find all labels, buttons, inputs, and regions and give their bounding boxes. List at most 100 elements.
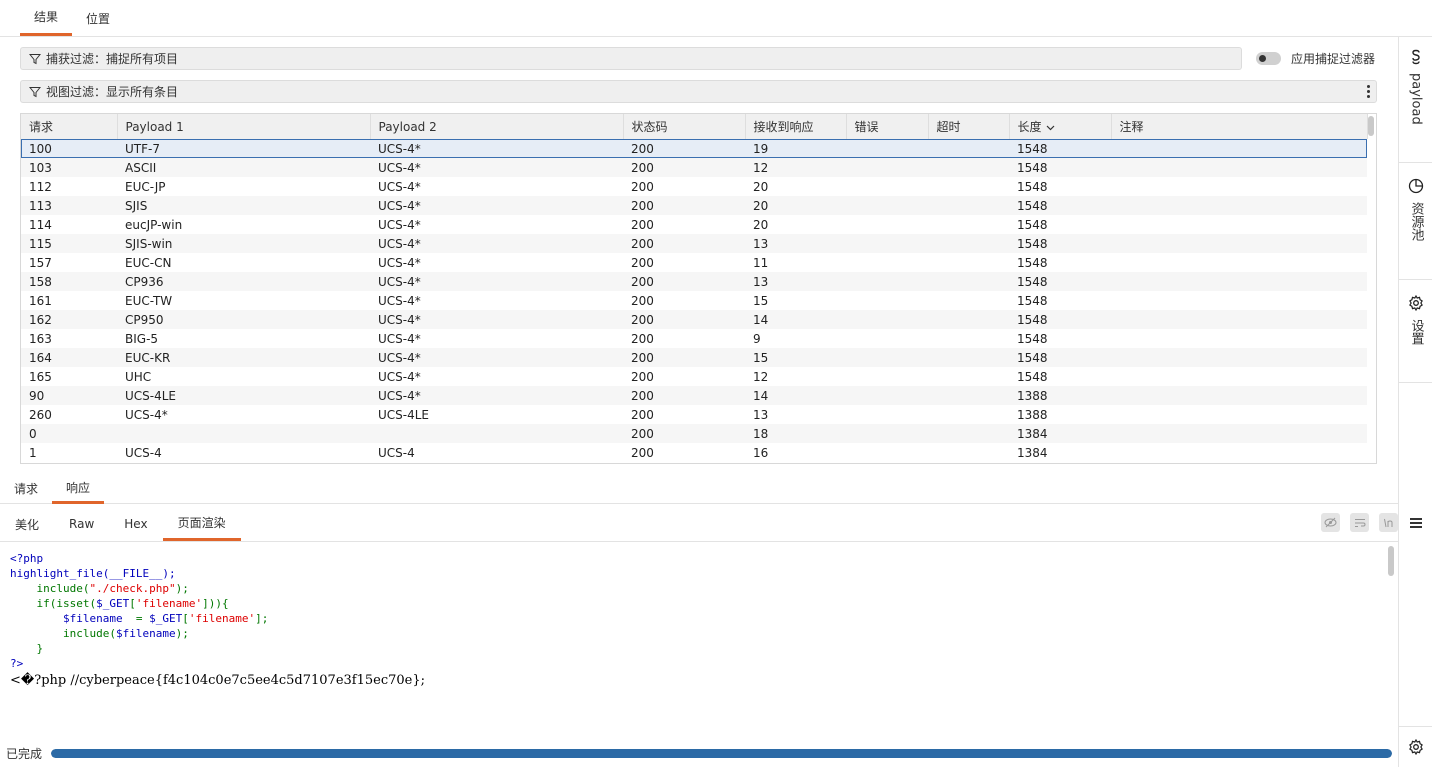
cell-payload2: UCS-4* [378,141,421,156]
cell-payload2: UCS-4LE [378,407,430,422]
tab-positions[interactable]: 位置 [72,0,124,36]
cell-comment [1111,386,1367,405]
apply-capture-filter-toggle[interactable] [1256,52,1281,65]
intruder-results-window: 结果 位置 捕获过滤：捕捉所有项目 应用捕捉过滤器 视图过滤：显示所有条目 请求… [0,0,1432,767]
rendered-flag-text: <�?php //cyberpeace{f4c104c0e7c5ee4c5d71… [10,673,426,688]
sidebar-divider [1399,726,1432,727]
cell-comment [1111,329,1367,348]
cell-response-received: 13 [753,236,769,251]
cell-status: 200 [631,274,654,289]
code-line-5-get: $_GET [149,612,183,625]
cell-error [846,234,928,253]
table-row[interactable]: 163 BIG-5 UCS-4* 200 9 1548 [21,329,1367,348]
capture-filter-bar[interactable]: 捕获过滤：捕捉所有项目 [20,47,1242,70]
table-row[interactable]: 165 UHC UCS-4* 200 12 1548 [21,367,1367,386]
hide-eye-icon[interactable] [1321,513,1340,532]
cell-payload1: UHC [125,369,152,384]
cell-request: 260 [29,407,52,422]
tab-raw[interactable]: Raw [54,507,109,541]
cell-status: 200 [631,160,654,175]
table-row[interactable]: 158 CP936 UCS-4* 200 13 1548 [21,272,1367,291]
cell-error [846,253,928,272]
table-row[interactable]: 113 SJIS UCS-4* 200 20 1548 [21,196,1367,215]
col-header-request[interactable]: 请求 [21,114,118,139]
more-options-icon[interactable] [1362,82,1374,100]
cell-payload1: EUC-KR [125,350,171,365]
cell-comment [1111,196,1367,215]
sidebar-item-resource-pool[interactable]: 资源池 [1399,164,1432,280]
cell-response-received: 15 [753,350,769,365]
code-line-3-str: "./check.php" [89,582,176,595]
cell-payload2: UCS-4* [378,312,421,327]
cell-response-received: 16 [753,445,769,460]
col-header-error[interactable]: 错误 [846,114,929,139]
cell-request: 103 [29,160,52,175]
table-row[interactable]: 112 EUC-JP UCS-4* 200 20 1548 [21,177,1367,196]
sidebar-item-payload[interactable]: payload [1399,37,1432,163]
cell-payload1: EUC-TW [125,293,173,308]
newline-icon[interactable] [1379,513,1398,532]
cell-request: 163 [29,331,52,346]
cell-timeout [928,196,1009,215]
cell-timeout [928,367,1009,386]
status-bar: 已完成 [0,742,1398,764]
table-row[interactable]: 103 ASCII UCS-4* 200 12 1548 [21,158,1367,177]
table-scrollbar[interactable] [1368,116,1374,136]
cell-length: 1548 [1017,369,1048,384]
tab-results[interactable]: 结果 [20,0,73,36]
col-header-status[interactable]: 状态码 [623,114,746,139]
table-row[interactable]: 1 UCS-4 UCS-4 200 16 1384 [21,443,1367,462]
table-row[interactable]: 164 EUC-KR UCS-4* 200 15 1548 [21,348,1367,367]
cell-request: 90 [29,388,45,403]
tab-hex[interactable]: Hex [109,507,162,541]
cell-timeout [928,158,1009,177]
cell-request: 113 [29,198,52,213]
cell-length: 1388 [1017,388,1048,403]
sidebar-item-settings[interactable]: 设置 [1399,281,1432,383]
table-row[interactable]: 162 CP950 UCS-4* 200 14 1548 [21,310,1367,329]
table-row[interactable]: 100 UTF-7 UCS-4* 200 19 1548 [21,139,1367,158]
cell-comment [1111,272,1367,291]
col-header-payload2[interactable]: Payload 2 [370,114,624,139]
tab-request[interactable]: 请求 [0,473,52,504]
col-header-response-received[interactable]: 接收到响应 [745,114,847,139]
cell-length: 1548 [1017,274,1048,289]
cell-timeout [928,405,1009,424]
pie-chart-icon [1408,178,1424,194]
col-header-comment[interactable]: 注释 [1111,114,1368,139]
code-line-4-kw: if(isset( [10,597,97,610]
cell-response-received: 20 [753,198,769,213]
col-header-payload1[interactable]: Payload 1 [117,114,371,139]
col-header-length[interactable]: 长度 [1009,114,1112,139]
cell-length: 1548 [1017,255,1048,270]
view-filter-bar[interactable]: 视图过滤：显示所有条目 [20,80,1377,103]
table-row[interactable]: 161 EUC-TW UCS-4* 200 15 1548 [21,291,1367,310]
cell-error [846,405,928,424]
results-table: 请求 Payload 1 Payload 2 状态码 接收到响应 错误 超时 长… [20,113,1377,464]
table-row[interactable]: 114 eucJP-win UCS-4* 200 20 1548 [21,215,1367,234]
code-line-4-end: ])){ [202,597,229,610]
cell-timeout [928,348,1009,367]
gear-icon[interactable] [1408,739,1424,755]
table-row[interactable]: 260 UCS-4* UCS-4LE 200 13 1388 [21,405,1367,424]
table-row[interactable]: 115 SJIS-win UCS-4* 200 13 1548 [21,234,1367,253]
table-row[interactable]: 90 UCS-4LE UCS-4* 200 14 1388 [21,386,1367,405]
cell-request: 162 [29,312,52,327]
cell-status: 200 [631,236,654,251]
code-line-6-var: $filename [115,627,176,640]
cell-comment [1111,291,1367,310]
response-scrollbar[interactable] [1388,546,1394,576]
table-row[interactable]: 157 EUC-CN UCS-4* 200 11 1548 [21,253,1367,272]
code-line-5-br: [ [182,612,189,625]
tab-pretty[interactable]: 美化 [0,507,54,541]
wrap-lines-icon[interactable] [1350,513,1369,532]
tab-response[interactable]: 响应 [52,473,105,504]
cell-timeout [928,272,1009,291]
table-row[interactable]: 0 200 18 1384 [21,424,1367,443]
tab-render[interactable]: 页面渲染 [162,507,241,541]
capture-filter-label: 捕获过滤：捕捉所有项目 [46,52,179,66]
cell-status: 200 [631,312,654,327]
cell-error [846,139,928,158]
cell-error [846,424,928,443]
col-header-timeout[interactable]: 超时 [928,114,1010,139]
